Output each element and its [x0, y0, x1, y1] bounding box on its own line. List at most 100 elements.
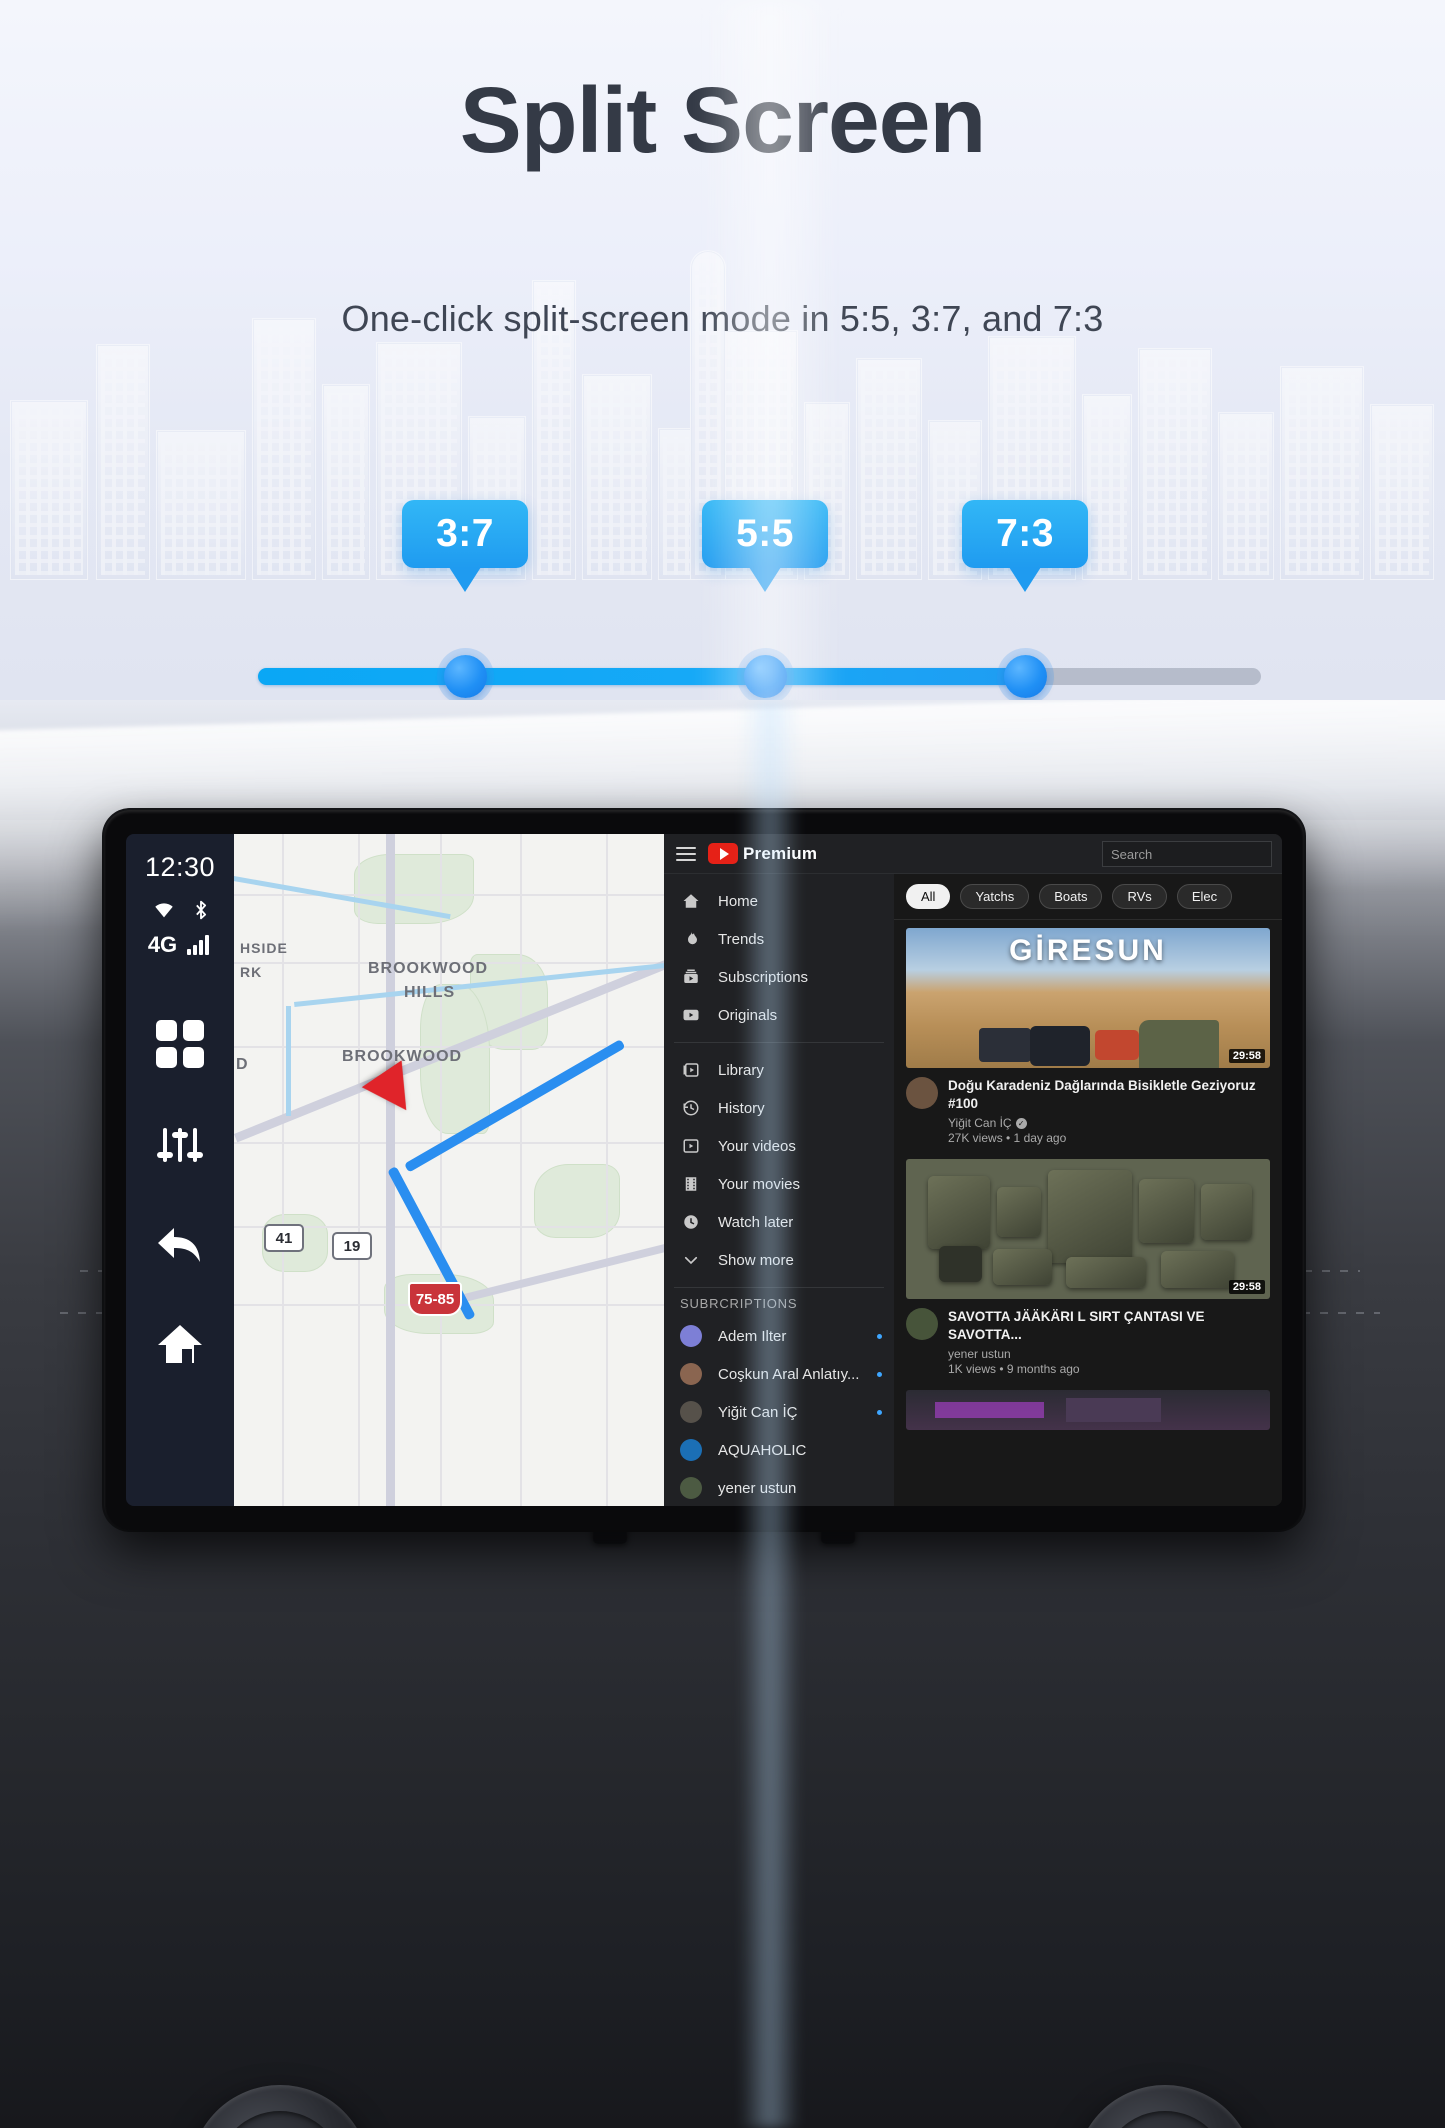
ratio-badge-3-7[interactable]: 3:7 — [402, 500, 528, 592]
youtube-nav-your-movies[interactable]: Your movies — [664, 1165, 894, 1203]
interstate-shield-75-85: 75-85 — [408, 1282, 462, 1316]
library-icon — [680, 1059, 702, 1081]
status-icons-row-2: 4G — [148, 932, 212, 958]
youtube-nav-watch-later[interactable]: Watch later — [664, 1203, 894, 1241]
back-button[interactable] — [155, 1224, 205, 1268]
youtube-nav-history[interactable]: History — [664, 1089, 894, 1127]
subscription-label: yener ustun — [718, 1479, 797, 1497]
route-shield-41: 41 — [264, 1224, 304, 1252]
climate-knob-right[interactable] — [1075, 2085, 1255, 2128]
youtube-nav-trends[interactable]: Trends — [664, 920, 894, 958]
home-button[interactable] — [156, 1322, 204, 1366]
subscription-label: Coşkun Aral Anlatıy... — [718, 1365, 860, 1383]
youtube-nav-your-videos[interactable]: Your videos — [664, 1127, 894, 1165]
video-card[interactable] — [894, 1390, 1282, 1436]
slider-knob-3-7[interactable] — [444, 655, 487, 698]
filter-chip-yatchs[interactable]: Yatchs — [960, 884, 1030, 909]
search-input[interactable]: Search — [1102, 841, 1272, 867]
status-clock: 12:30 — [144, 852, 216, 882]
subscription-item[interactable]: Adem Ilter — [664, 1317, 894, 1355]
youtube-nav-your-videos-label: Your videos — [718, 1137, 796, 1155]
video-channel-name: yener ustun — [948, 1347, 1011, 1362]
equalizer-button[interactable] — [156, 1124, 204, 1170]
climate-knob-left[interactable] — [190, 2085, 370, 2128]
page-title: Split Screen — [459, 68, 987, 172]
filter-chip-all[interactable]: All — [906, 884, 951, 909]
video-card[interactable]: 29:58 SAVOTTA JÄÄKÄRI L SIRT ÇANTASI VE … — [894, 1159, 1282, 1382]
route-shield-19: 19 — [332, 1232, 372, 1260]
your-videos-icon — [680, 1135, 702, 1157]
subscriptions-section-header: SUBRCRIPTIONS — [680, 1296, 798, 1311]
bluetooth-icon — [195, 900, 206, 920]
youtube-nav-home[interactable]: Home — [664, 882, 894, 920]
youtube-nav-history-label: History — [718, 1099, 765, 1117]
youtube-nav-watch-later-label: Watch later — [718, 1213, 794, 1231]
youtube-nav-subscriptions-label: Subscriptions — [718, 968, 809, 986]
video-channel: Yiğit Can İÇ ✓ — [948, 1116, 1270, 1130]
hero-section: Split Screen One-click split-screen mode… — [0, 0, 1445, 760]
verified-badge-icon: ✓ — [1015, 1117, 1027, 1129]
subscriptions-icon — [680, 966, 702, 988]
filter-chip-rvs[interactable]: RVs — [1112, 884, 1167, 909]
ratio-badge-7-3-label: 7:3 — [996, 512, 1054, 555]
equalizer-icon — [157, 1128, 203, 1162]
subscription-item[interactable]: Yiğit Can İÇ — [664, 1393, 894, 1431]
filter-chip-elec[interactable]: Elec — [1176, 884, 1233, 909]
youtube-nav-show-more[interactable]: Show more — [664, 1241, 894, 1279]
youtube-logo[interactable]: Premium — [708, 843, 817, 864]
navigation-map-panel[interactable]: HSIDE RK BROOKWOOD HILLS BROOKWOOD D 41 … — [234, 834, 664, 1506]
status-icons-row-1 — [150, 897, 211, 923]
video-card[interactable]: GİRESUN 29:58 Doğu Karadeniz Dağlarında … — [894, 928, 1282, 1151]
video-duration: 29:58 — [1228, 1049, 1265, 1063]
signal-bars-icon — [187, 935, 210, 955]
map-label-partial: D — [236, 1056, 249, 1073]
badge-pointer-tail — [449, 567, 481, 592]
map-label-brookwood: BROOKWOOD — [342, 1048, 463, 1065]
slider-knob-5-5[interactable] — [744, 655, 787, 698]
home-icon — [680, 890, 702, 912]
subscription-item[interactable]: yener ustun — [664, 1469, 894, 1506]
chevron-down-icon — [680, 1249, 702, 1271]
video-thumbnail[interactable]: GİRESUN 29:58 — [906, 928, 1270, 1068]
avatar — [906, 1308, 938, 1341]
video-channel: yener ustun — [948, 1347, 1270, 1361]
page-subtitle: One-click split-screen mode in 5:5, 3:7,… — [341, 298, 1104, 339]
video-title: SAVOTTA JÄÄKÄRI L SIRT ÇANTASI VE SAVOTT… — [948, 1309, 1205, 1342]
video-title: Doğu Karadeniz Dağlarında Bisikletle Gez… — [948, 1078, 1256, 1111]
map-label-park: RK — [240, 964, 263, 980]
hamburger-menu-icon[interactable] — [676, 846, 696, 861]
history-icon — [680, 1097, 702, 1119]
menu-divider — [674, 1042, 884, 1043]
youtube-feed[interactable]: All Yatchs Boats RVs Elec GİRESUN 29:58 — [894, 834, 1282, 1506]
slider-knob-7-3[interactable] — [1004, 655, 1047, 698]
youtube-nav-originals-label: Originals — [718, 1006, 778, 1024]
ratio-badge-3-7-label: 3:7 — [436, 512, 494, 555]
badge-pointer-tail — [749, 567, 781, 592]
subscription-item[interactable]: Coşkun Aral Anlatıy... — [664, 1355, 894, 1393]
ratio-slider[interactable]: 3:7 5:5 7:3 — [0, 500, 1445, 730]
youtube-nav-home-label: Home — [718, 892, 759, 910]
ratio-badge-5-5[interactable]: 5:5 — [702, 500, 828, 592]
film-icon — [680, 1173, 702, 1195]
video-metadata: Doğu Karadeniz Dağlarında Bisikletle Gez… — [894, 1068, 1282, 1145]
youtube-nav-your-movies-label: Your movies — [718, 1175, 800, 1193]
youtube-nav-show-more-label: Show more — [718, 1251, 794, 1269]
youtube-panel[interactable]: Premium Search Home Trends Subscriptions… — [664, 834, 1282, 1506]
avatar — [680, 1401, 702, 1423]
video-thumbnail[interactable] — [906, 1390, 1270, 1431]
filter-chip-boats[interactable]: Boats — [1039, 884, 1103, 909]
video-thumbnail[interactable]: 29:58 — [906, 1159, 1270, 1300]
subscription-item[interactable]: AQUAHOLIC — [664, 1431, 894, 1469]
video-duration: 29:58 — [1228, 1280, 1265, 1295]
avatar — [680, 1439, 702, 1461]
youtube-nav-originals[interactable]: Originals — [664, 996, 894, 1034]
map-label-northside: HSIDE — [240, 940, 288, 956]
youtube-nav-library[interactable]: Library — [664, 1051, 894, 1089]
youtube-nav-subscriptions[interactable]: Subscriptions — [664, 958, 894, 996]
youtube-nav-trends-label: Trends — [718, 930, 765, 948]
apps-grid-button[interactable] — [156, 1020, 204, 1068]
ratio-badge-7-3[interactable]: 7:3 — [962, 500, 1088, 592]
car-head-unit: 12:30 4G HSIDE RK BROOKWOOD HILLS BROOKW… — [104, 810, 1304, 1530]
youtube-brand-label: Premium — [743, 843, 818, 863]
slider-track-fill — [258, 668, 1028, 685]
